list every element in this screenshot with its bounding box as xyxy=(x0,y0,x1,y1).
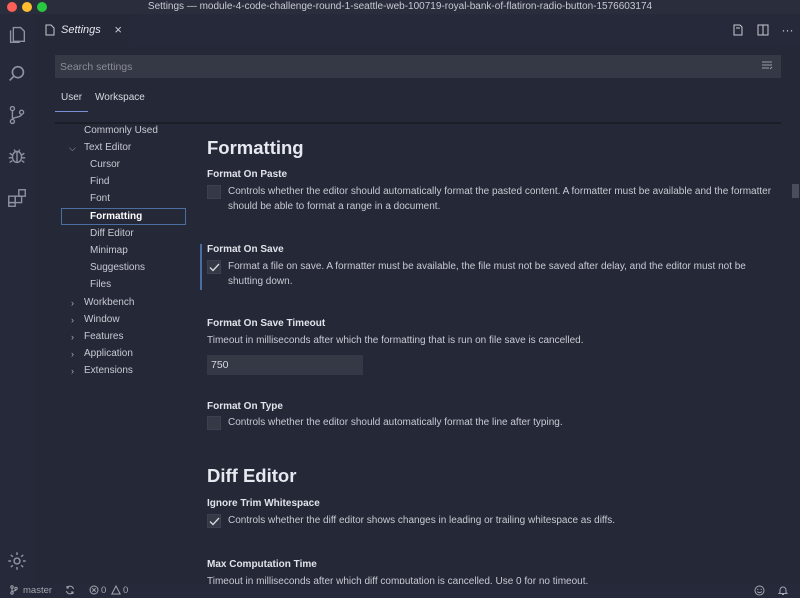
toc-item-workbench[interactable]: › Workbench xyxy=(69,296,179,313)
setting-title-format-on-paste: Format On Paste xyxy=(207,169,288,180)
branch-name[interactable]: master xyxy=(23,585,52,596)
chevron-right-icon: › xyxy=(71,315,74,325)
tab-settings[interactable]: Settings × xyxy=(35,14,130,46)
toc-item-commonly-used[interactable]: Commonly Used xyxy=(84,124,158,141)
toc-item-cursor[interactable]: Cursor xyxy=(90,158,120,175)
sync-icon[interactable] xyxy=(65,585,75,598)
toc-item-formatting[interactable]: Formatting xyxy=(61,208,186,225)
setting-desc-format-on-save-timeout: Timeout in milliseconds after which the … xyxy=(207,335,584,346)
toc-item-diff-editor[interactable]: Diff Editor xyxy=(90,227,134,244)
chevron-right-icon: › xyxy=(71,366,74,376)
toc-item-text-editor[interactable]: ⌵ Text Editor xyxy=(69,141,179,158)
setting-desc-format-on-save: Format a file on save. A formatter must … xyxy=(228,261,746,287)
format-on-type-checkbox[interactable] xyxy=(207,416,221,430)
files-icon[interactable] xyxy=(5,22,29,46)
title-bar: Settings — module-4-code-challenge-round… xyxy=(0,0,800,14)
toc-item-find[interactable]: Find xyxy=(90,175,109,192)
setting-title-format-on-save: Format On Save xyxy=(207,244,284,255)
toc-item-application[interactable]: › Application xyxy=(69,347,179,364)
toc-item-features[interactable]: › Features xyxy=(69,330,179,347)
scrollbar-thumb[interactable] xyxy=(792,184,799,198)
checkmark-icon xyxy=(209,263,219,271)
toc-item-font[interactable]: Font xyxy=(90,192,110,209)
warnings-icon[interactable] xyxy=(110,584,122,598)
search-settings-input[interactable] xyxy=(55,55,781,78)
toc-label: Text Editor xyxy=(84,142,132,153)
tab-close-button[interactable]: × xyxy=(114,22,122,37)
setting-desc-format-on-type: Controls whether the editor should autom… xyxy=(228,417,563,428)
toc-item-extensions[interactable]: › Extensions xyxy=(69,364,179,381)
errors-count[interactable]: 0 xyxy=(101,585,106,596)
ignore-trim-whitespace-checkbox[interactable] xyxy=(207,514,221,528)
chevron-right-icon: › xyxy=(71,349,74,359)
format-on-paste-checkbox[interactable] xyxy=(207,185,221,199)
setting-desc-format-on-paste: Controls whether the editor should autom… xyxy=(228,186,772,212)
section-title-diff-editor: Diff Editor xyxy=(207,465,297,486)
chevron-down-icon: ⌵ xyxy=(69,143,76,153)
errors-icon[interactable] xyxy=(89,585,99,598)
setting-gear-icon[interactable] xyxy=(195,400,196,412)
toc-label: Workbench xyxy=(84,297,135,308)
chevron-right-icon: › xyxy=(71,298,74,308)
more-actions-button[interactable]: ··· xyxy=(775,23,800,37)
toc-item-minimap[interactable]: Minimap xyxy=(90,244,128,261)
toc-label: Features xyxy=(84,331,124,342)
editor-actions: ··· xyxy=(725,14,800,46)
toc-item-files[interactable]: Files xyxy=(90,278,111,295)
scope-tab-workspace[interactable]: Workspace xyxy=(95,92,145,103)
open-settings-json-icon[interactable] xyxy=(725,24,750,36)
clear-filter-icon[interactable] xyxy=(761,61,773,71)
split-editor-icon[interactable] xyxy=(750,24,775,36)
toc-label: Extensions xyxy=(84,365,133,376)
window-title: Settings — module-4-code-challenge-round… xyxy=(147,1,653,12)
checkmark-icon xyxy=(209,517,219,525)
activity-bar xyxy=(0,14,35,584)
debug-icon[interactable] xyxy=(5,144,29,168)
setting-title-format-on-type: Format On Type xyxy=(207,401,283,412)
modified-indicator xyxy=(200,244,202,290)
source-control-icon[interactable] xyxy=(5,103,29,127)
chevron-right-icon: › xyxy=(71,332,74,342)
warnings-count[interactable]: 0 xyxy=(123,585,128,596)
extensions-icon[interactable] xyxy=(5,186,29,210)
tab-title: Settings xyxy=(61,24,101,36)
toc-label: Application xyxy=(84,348,133,359)
section-title-formatting: Formatting xyxy=(207,137,304,158)
toc-label: Window xyxy=(84,314,120,325)
feedback-smiley-icon[interactable] xyxy=(754,585,765,598)
search-icon[interactable] xyxy=(5,62,29,86)
format-on-save-checkbox[interactable] xyxy=(207,260,221,274)
toc-item-suggestions[interactable]: Suggestions xyxy=(90,261,145,278)
setting-title-max-computation-time: Max Computation Time xyxy=(207,559,317,570)
file-icon xyxy=(45,24,55,36)
setting-title-format-on-save-timeout: Format On Save Timeout xyxy=(207,318,326,329)
settings-gear-icon[interactable] xyxy=(5,549,29,573)
format-on-save-timeout-input[interactable] xyxy=(207,355,363,375)
branch-icon xyxy=(10,585,18,598)
settings-list: Formatting Format On Paste Controls whet… xyxy=(195,124,795,584)
scope-tab-user[interactable]: User xyxy=(55,92,88,112)
setting-desc-max-computation-time: Timeout in milliseconds after which diff… xyxy=(207,576,589,584)
search-box xyxy=(55,55,781,78)
status-bar: master 0 0 xyxy=(0,584,800,598)
setting-title-ignore-trim-whitespace: Ignore Trim Whitespace xyxy=(207,498,320,509)
tab-bar: Settings × ··· xyxy=(35,14,800,46)
setting-desc-ignore-trim-whitespace: Controls whether the diff editor shows c… xyxy=(228,515,616,526)
toc-item-window[interactable]: › Window xyxy=(69,313,179,330)
notifications-bell-icon[interactable] xyxy=(777,585,789,598)
